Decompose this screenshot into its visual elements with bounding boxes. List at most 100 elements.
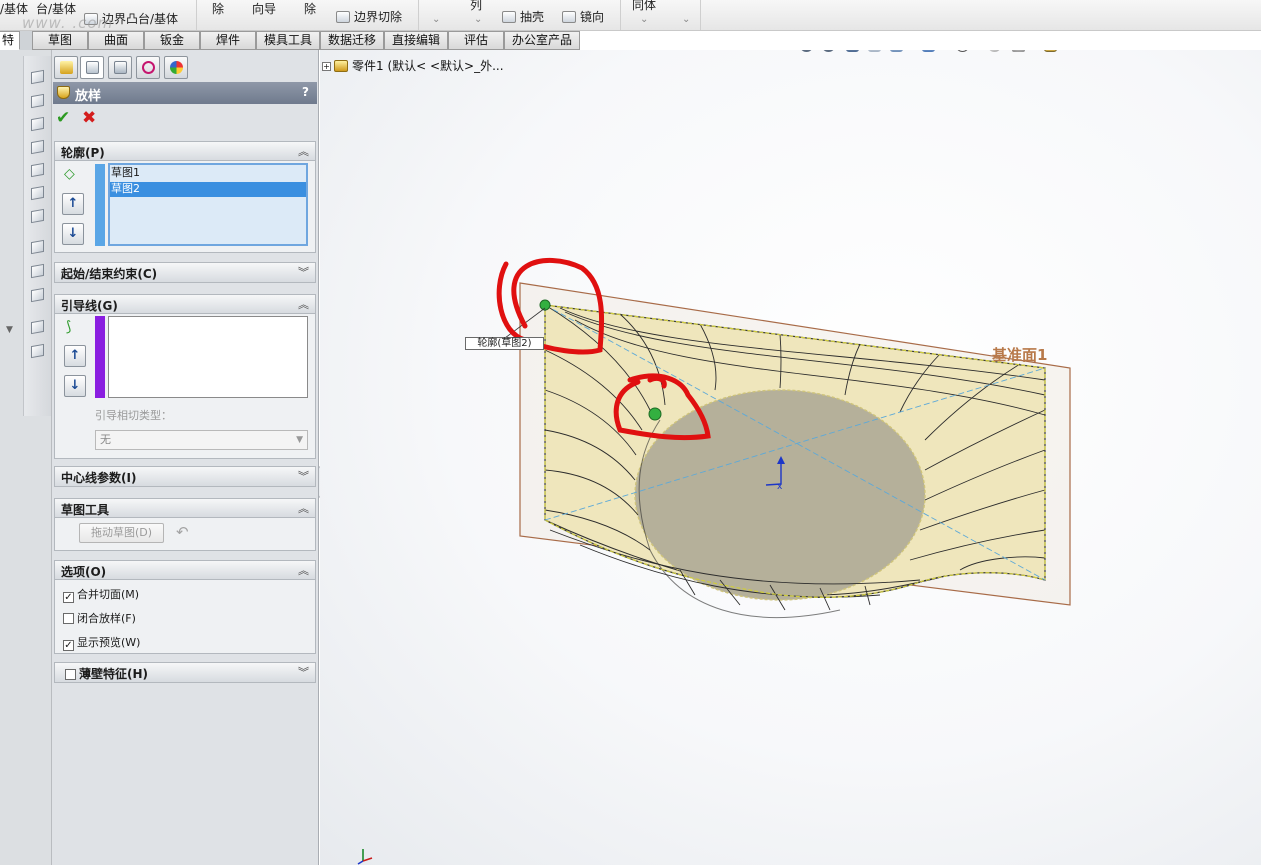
- graphics-viewport[interactable]: +零件1 (默认< <默认>_外... ▼ ▼ ▼ ▼ ▼: [320, 50, 1261, 865]
- list-item[interactable]: 草图1: [110, 166, 306, 181]
- tangency-type-select[interactable]: 无 ▼: [95, 430, 308, 450]
- ribbon-item-hole-wizard[interactable]: 向导: [252, 0, 276, 17]
- display-manager-tab[interactable]: [164, 56, 188, 79]
- toolbar-button[interactable]: [29, 342, 47, 360]
- tab-mold-tools[interactable]: 模具工具: [256, 31, 320, 50]
- guide-curves-listbox[interactable]: [108, 316, 308, 398]
- toolbar-button[interactable]: [29, 318, 47, 336]
- drag-sketch-button[interactable]: 拖动草图(D): [79, 523, 164, 543]
- options-section-header[interactable]: 选项(O) ︽: [55, 561, 315, 580]
- toolbar-button[interactable]: [29, 184, 47, 202]
- collapse-chevron-icon[interactable]: ︽: [298, 500, 309, 516]
- arrow-up-icon: ↑: [69, 348, 81, 363]
- dropdown-arrow-icon[interactable]: ⌄: [432, 14, 440, 25]
- toolbar-button[interactable]: [29, 92, 47, 110]
- collapse-chevron-icon[interactable]: ︽: [298, 562, 309, 578]
- profile-callout[interactable]: 轮廓(草图2): [465, 337, 544, 350]
- dropdown-arrow-icon[interactable]: ⌄: [474, 14, 482, 25]
- merge-faces-checkbox[interactable]: ✓ 合并切面(M): [63, 586, 139, 603]
- ribbon-item-boundary-cut[interactable]: 边界切除: [336, 8, 402, 25]
- help-button[interactable]: ?: [302, 85, 309, 99]
- toolbar-button[interactable]: [29, 286, 47, 304]
- toolbar-button[interactable]: [29, 207, 47, 225]
- options-section: 选项(O) ︽ ✓ 合并切面(M) 闭合放样(F) ✓ 显示预览(W): [54, 560, 316, 654]
- toolbar-button[interactable]: [29, 138, 47, 156]
- tab-weldments[interactable]: 焊件: [200, 31, 256, 50]
- move-up-button[interactable]: ↑: [64, 345, 86, 367]
- undo-icon[interactable]: ↶: [176, 523, 189, 541]
- constraints-section-header[interactable]: 起始/结束约束(C) ︾: [55, 263, 315, 282]
- tab-evaluate[interactable]: 评估: [448, 31, 504, 50]
- ribbon-item-shell[interactable]: 抽壳: [502, 8, 544, 25]
- expand-chevron-icon[interactable]: ︾: [298, 264, 309, 280]
- property-manager-tab[interactable]: [80, 56, 104, 79]
- guide-curve-icon: ⟆: [66, 319, 72, 335]
- arrow-down-icon: ↓: [67, 226, 79, 241]
- property-icon: [86, 61, 99, 74]
- collapse-chevron-icon[interactable]: ︽: [298, 296, 309, 312]
- dimxpert-manager-tab[interactable]: [136, 56, 160, 79]
- sketch-tools-section: 草图工具 ︽ 拖动草图(D) ↶: [54, 498, 316, 551]
- toolbar-button[interactable]: [29, 262, 47, 280]
- expand-arrow-icon[interactable]: ▼: [6, 325, 13, 335]
- section-title: 草图工具: [61, 503, 110, 517]
- toolbar-button[interactable]: [29, 68, 47, 86]
- ribbon-item-mirror[interactable]: 镜向: [562, 8, 604, 25]
- profiles-section-header[interactable]: 轮廓(P) ︽: [55, 142, 315, 161]
- move-down-button[interactable]: ↓: [64, 375, 86, 397]
- profiles-section: 轮廓(P) ︽ ◇ ↑ ↓ 草图1 草图2: [54, 141, 316, 253]
- section-title: 选项(O): [61, 565, 107, 579]
- dropdown-arrow-icon[interactable]: ⌄: [682, 14, 690, 25]
- expand-chevron-icon[interactable]: ︾: [298, 468, 309, 484]
- tab-office-products[interactable]: 办公室产品: [504, 31, 580, 50]
- tab-surfaces[interactable]: 曲面: [88, 31, 144, 50]
- ribbon-separator: [700, 0, 701, 30]
- arrow-down-icon: ↓: [69, 378, 81, 393]
- manager-tabs: [52, 56, 319, 80]
- ok-button[interactable]: ✔: [56, 108, 70, 128]
- guide-curves-section: 引导线(G) ︽ ⟆ ↑ ↓ 引导相切类型： 无 ▼: [54, 294, 316, 459]
- sketch-tools-section-header[interactable]: 草图工具 ︽: [55, 499, 315, 518]
- dropdown-arrow-icon[interactable]: ⌄: [640, 14, 648, 25]
- tab-sketch[interactable]: 草图: [32, 31, 88, 50]
- sketch-line-icon: [31, 239, 44, 255]
- list-item[interactable]: 草图2: [110, 182, 306, 197]
- shell-icon: [502, 11, 516, 23]
- toolbar-button[interactable]: [29, 238, 47, 256]
- toolbar-button[interactable]: [29, 115, 47, 133]
- expand-chevron-icon[interactable]: ︾: [298, 664, 309, 680]
- centerline-section-header[interactable]: 中心线参数(I) ︾: [55, 467, 315, 486]
- collapse-chevron-icon[interactable]: ︽: [298, 143, 309, 159]
- feature-tree-icon: [60, 61, 73, 74]
- tab-features[interactable]: 特征: [0, 31, 20, 64]
- section-title: 引导线(G): [61, 299, 118, 313]
- cancel-button[interactable]: ✖: [82, 108, 96, 128]
- thin-feature-checkbox[interactable]: 薄壁特征(H): [65, 665, 148, 682]
- close-loft-checkbox[interactable]: 闭合放样(F): [63, 610, 136, 626]
- thin-feature-section-header[interactable]: 薄壁特征(H) ︾: [55, 663, 315, 682]
- tab-data-migration[interactable]: 数据迁移: [320, 31, 384, 50]
- feature-manager-tab[interactable]: [54, 56, 78, 79]
- ribbon-item-cut[interactable]: 除: [212, 0, 224, 17]
- arrow-up-icon: ↑: [67, 196, 79, 211]
- guide-curves-section-header[interactable]: 引导线(G) ︽: [55, 295, 315, 314]
- ribbon-item-pattern[interactable]: 列: [470, 0, 482, 13]
- checkbox-unchecked-icon: [63, 613, 74, 624]
- show-preview-checkbox[interactable]: ✓ 显示预览(W): [63, 634, 140, 651]
- cube-icon: [31, 69, 44, 85]
- configuration-manager-tab[interactable]: [108, 56, 132, 79]
- boundary-cut-icon: [336, 11, 350, 23]
- move-up-button[interactable]: ↑: [62, 193, 84, 215]
- tab-direct-editing[interactable]: 直接编辑: [384, 31, 448, 50]
- connector-point[interactable]: [648, 407, 662, 421]
- ribbon-item-revolved-cut[interactable]: 除: [304, 0, 316, 17]
- thin-feature-section: 薄壁特征(H) ︾: [54, 662, 316, 683]
- loft-preview-scene[interactable]: x: [320, 50, 1261, 865]
- toolbar-button[interactable]: [29, 161, 47, 179]
- move-down-button[interactable]: ↓: [62, 223, 84, 245]
- profiles-listbox[interactable]: 草图1 草图2: [108, 163, 308, 246]
- checkbox-checked-icon: ✓: [63, 640, 74, 651]
- feature-title: 放样: [75, 89, 102, 104]
- ribbon-item-combine[interactable]: 同体: [632, 0, 656, 13]
- tab-sheet-metal[interactable]: 钣金: [144, 31, 200, 50]
